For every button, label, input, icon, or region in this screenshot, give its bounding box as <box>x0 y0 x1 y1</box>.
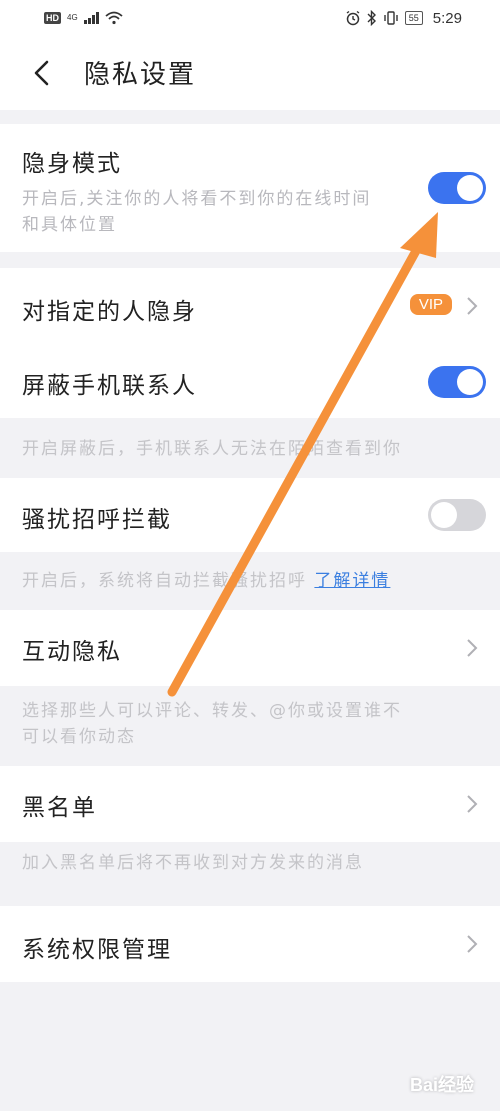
page-title: 隐私设置 <box>84 60 197 90</box>
interaction-note-line1: 选择那些人可以评论、转发、@你或设置谁不 <box>22 701 402 721</box>
toggle-knob <box>457 369 483 395</box>
block-contacts-note: 开启屏蔽后，手机联系人无法在陌陌查看到你 <box>22 439 402 459</box>
interaction-note-line2: 可以看你动态 <box>22 727 136 747</box>
stealth-title: 隐身模式 <box>22 151 122 177</box>
permissions-title: 系统权限管理 <box>22 937 172 963</box>
blacklist-note: 加入黑名单后将不再收到对方发来的消息 <box>22 853 364 873</box>
chevron-right-icon <box>467 297 478 315</box>
setting-stealth-mode[interactable]: 隐身模式 开启后,关注你的人将看不到你的在线时间 和具体位置 <box>0 124 500 252</box>
setting-harassment-block[interactable]: 骚扰招呼拦截 <box>0 478 500 552</box>
setting-block-contacts[interactable]: 屏蔽手机联系人 <box>0 344 500 418</box>
chevron-right-icon <box>467 795 478 813</box>
harassment-title: 骚扰招呼拦截 <box>22 507 172 533</box>
stealth-toggle[interactable] <box>428 172 486 204</box>
stealth-desc-line2: 和具体位置 <box>22 215 117 235</box>
signal-icon <box>83 12 99 24</box>
block-contacts-title: 屏蔽手机联系人 <box>22 373 197 399</box>
block-contacts-toggle[interactable] <box>428 366 486 398</box>
harassment-note-text: 开启后，系统将自动拦截骚扰招呼 <box>22 571 307 591</box>
chevron-right-icon <box>467 935 478 953</box>
setting-interaction-privacy[interactable]: 互动隐私 <box>0 610 500 686</box>
chevron-right-icon <box>467 639 478 657</box>
toggle-knob <box>431 502 457 528</box>
blacklist-title: 黑名单 <box>22 795 97 821</box>
watermark-logo: Bai经验 <box>409 1075 474 1095</box>
learn-more-link[interactable]: 了解详情 <box>314 571 390 591</box>
hd-badge: HD <box>44 12 61 24</box>
toggle-knob <box>457 175 483 201</box>
status-left: HD 4G <box>44 11 123 25</box>
stealth-desc-line1: 开启后,关注你的人将看不到你的在线时间 <box>22 189 372 209</box>
interaction-title: 互动隐私 <box>22 639 122 665</box>
setting-system-permissions[interactable]: 系统权限管理 <box>0 906 500 982</box>
network-type: 4G <box>67 13 78 22</box>
chevron-left-icon[interactable] <box>28 58 58 88</box>
vip-badge: VIP <box>409 294 452 315</box>
hide-specific-title: 对指定的人隐身 <box>22 299 197 325</box>
vibrate-icon <box>384 11 398 25</box>
battery-icon: 55 <box>404 11 423 25</box>
alarm-icon <box>346 10 360 26</box>
status-right: 55 5:29 <box>345 10 462 27</box>
setting-hide-from-specific[interactable]: 对指定的人隐身 VIP <box>0 268 500 344</box>
status-bar: HD 4G 55 5:29 <box>0 0 500 36</box>
settings-group-visibility: 对指定的人隐身 VIP 屏蔽手机联系人 <box>0 268 500 418</box>
clock: 5:29 <box>432 9 462 27</box>
harassment-toggle[interactable] <box>428 499 486 531</box>
setting-blacklist[interactable]: 黑名单 <box>0 766 500 842</box>
wifi-icon <box>105 11 123 25</box>
harassment-note: 开启后，系统将自动拦截骚扰招呼 了解详情 <box>22 568 390 594</box>
bluetooth-icon <box>367 10 376 26</box>
header-bar: 隐私设置 <box>0 36 500 110</box>
